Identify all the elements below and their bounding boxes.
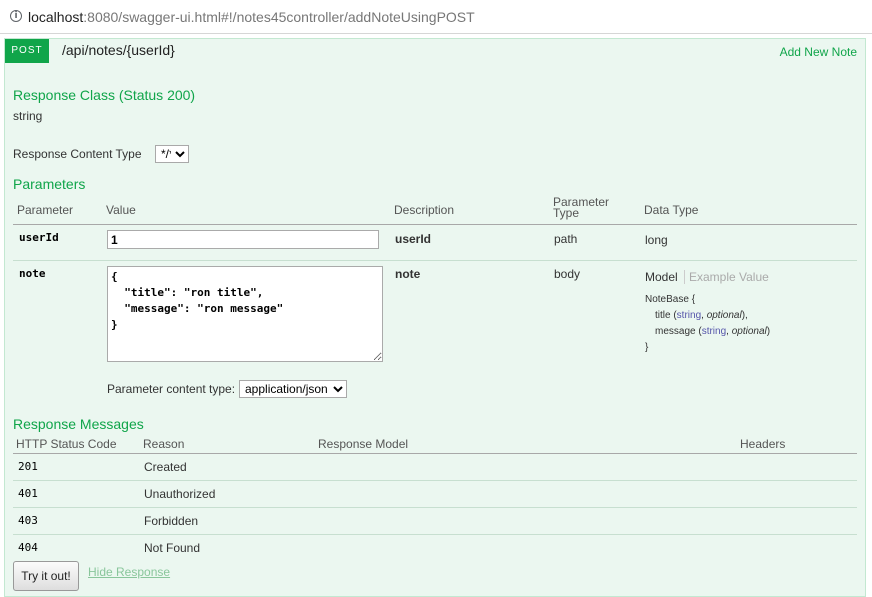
response-class-type: string xyxy=(13,109,43,123)
model-name: NoteBase { xyxy=(645,294,696,305)
url-host: localhost xyxy=(28,9,84,25)
parameter-content-type-select[interactable]: application/json xyxy=(239,380,347,398)
response-reason-201: Created xyxy=(144,460,187,474)
model-close: } xyxy=(645,342,649,353)
response-content-type-select[interactable]: */* xyxy=(155,145,189,163)
browser-url-bar[interactable]: i localhost:8080/swagger-ui.html#!/notes… xyxy=(0,0,872,34)
response-reason-401: Unauthorized xyxy=(144,487,216,501)
response-reason-403: Forbidden xyxy=(144,514,199,528)
info-icon[interactable]: i xyxy=(10,10,22,22)
param-type-note: body xyxy=(554,267,581,281)
resp-row-divider xyxy=(13,534,857,535)
response-messages-heading: Response Messages xyxy=(13,416,144,432)
param-col-data-type: Data Type xyxy=(644,203,699,217)
try-it-out-button[interactable]: Try it out! xyxy=(13,561,79,591)
model-field-message-name: message xyxy=(655,326,696,337)
model-field-title-type: string xyxy=(676,310,702,321)
resp-col-reason: Reason xyxy=(143,437,185,451)
resp-row-divider xyxy=(13,507,857,508)
model-field-message-type: string xyxy=(701,326,727,337)
userid-value-input[interactable] xyxy=(107,230,379,249)
param-type-userid: path xyxy=(554,232,578,246)
response-code-401: 401 xyxy=(18,487,38,500)
operation-summary-link[interactable]: Add New Note xyxy=(780,45,857,59)
url-text[interactable]: localhost:8080/swagger-ui.html#!/notes45… xyxy=(28,9,475,25)
operation-panel: POST /api/notes/{userId} Add New Note Re… xyxy=(4,38,866,597)
param-col-parameter-type: Parameter Type xyxy=(553,196,609,220)
note-body-textarea[interactable]: { "title": "ron title", "message": "ron … xyxy=(107,266,383,362)
param-name-note: note xyxy=(19,267,46,280)
response-code-404: 404 xyxy=(18,541,38,554)
resp-col-headers: Headers xyxy=(740,437,786,451)
resp-col-response-model: Response Model xyxy=(318,437,409,451)
model-field-message: message (string, optional) xyxy=(655,326,771,337)
response-content-type-label: Response Content Type xyxy=(13,147,142,161)
model-field-title-name: title xyxy=(655,310,671,321)
model-field-title: title (string, optional), xyxy=(655,310,748,321)
resp-row-divider xyxy=(13,480,857,481)
resp-col-status-code: HTTP Status Code xyxy=(16,437,117,451)
parameters-heading: Parameters xyxy=(13,176,86,192)
param-col-description: Description xyxy=(394,203,455,217)
http-method-badge[interactable]: POST xyxy=(5,39,49,63)
response-code-403: 403 xyxy=(18,514,38,527)
param-row-divider xyxy=(13,260,857,261)
example-value-tab[interactable]: Example Value xyxy=(684,270,769,284)
model-signature: NoteBase { title (string, optional), mes… xyxy=(645,292,770,356)
response-class-heading: Response Class (Status 200) xyxy=(13,87,196,103)
resp-header-divider xyxy=(13,453,857,454)
param-col-parameter: Parameter xyxy=(17,203,74,217)
model-tab[interactable]: Model xyxy=(645,270,678,284)
operation-header[interactable]: POST /api/notes/{userId} Add New Note xyxy=(5,39,865,63)
parameter-content-type-label: Parameter content type: xyxy=(107,382,236,396)
param-name-userid: userId xyxy=(19,231,59,244)
url-path: :8080/swagger-ui.html#!/notes45controlle… xyxy=(83,9,475,25)
response-reason-404: Not Found xyxy=(144,541,201,555)
model-field-message-optional: optional xyxy=(731,326,767,337)
param-desc-note: note xyxy=(395,267,421,281)
param-col-value: Value xyxy=(106,203,136,217)
param-header-divider xyxy=(13,224,857,225)
param-col-parameter-type-line2: Type xyxy=(553,206,580,220)
param-desc-userid: userId xyxy=(395,232,432,246)
response-code-201: 201 xyxy=(18,460,38,473)
data-type-userid: long xyxy=(645,233,668,247)
endpoint-path[interactable]: /api/notes/{userId} xyxy=(62,42,175,58)
model-field-title-optional: optional xyxy=(706,310,742,321)
hide-response-link[interactable]: Hide Response xyxy=(88,565,170,579)
